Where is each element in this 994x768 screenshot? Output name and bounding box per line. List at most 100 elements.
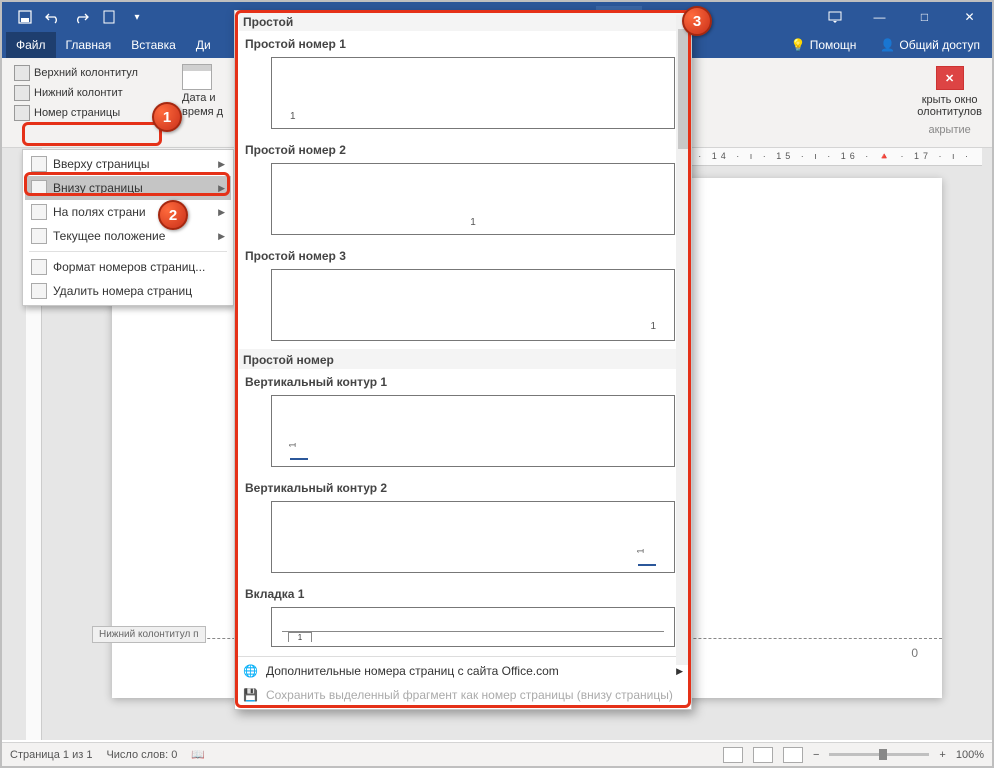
maximize-button[interactable]: □: [902, 2, 947, 32]
gallery-more-office[interactable]: 🌐Дополнительные номера страниц с сайта O…: [235, 659, 691, 683]
header-button[interactable]: Верхний колонтитул: [12, 64, 172, 82]
page-bottom-icon: [31, 180, 47, 196]
header-footer-group: Верхний колонтитул Нижний колонтит Номер…: [12, 64, 172, 122]
bulb-icon: 💡: [791, 38, 806, 52]
ruler-right-segment: 13 · ı · 14 · ı · 15 · ı · 16 · 🔺 · 17 ·…: [647, 151, 972, 162]
tab-design[interactable]: Ди: [186, 32, 221, 58]
annotation-badge-3: 3: [682, 6, 712, 36]
thumb-tabline: [282, 631, 664, 632]
close-button[interactable]: ✕: [947, 2, 992, 32]
submenu-top-of-page[interactable]: Вверху страницы ▶: [25, 152, 231, 176]
tab-file[interactable]: Файл: [6, 32, 56, 58]
person-icon: 👤: [880, 38, 895, 52]
submenu-top-label: Вверху страницы: [53, 157, 149, 171]
footer-label: Нижний колонтит: [34, 87, 123, 99]
undo-icon[interactable]: [44, 8, 62, 26]
footer-button[interactable]: Нижний колонтит: [12, 84, 172, 102]
ribbon-options-icon[interactable]: [812, 2, 857, 32]
tab-insert[interactable]: Вставка: [121, 32, 186, 58]
datetime-label2: время д: [182, 106, 223, 118]
header-icon: [14, 65, 30, 81]
page-number-button[interactable]: Номер страницы▾: [12, 104, 172, 122]
footer-section-tab: Нижний колонтитул п: [92, 626, 206, 643]
gallery-item-1[interactable]: 1: [271, 57, 675, 129]
close-hf-label2: олонтитулов: [917, 106, 982, 118]
thumb-number: 1: [290, 111, 296, 122]
save-selection-icon: 💾: [243, 688, 258, 702]
format-icon: [31, 259, 47, 275]
gallery-item-2[interactable]: 1: [271, 163, 675, 235]
tell-me[interactable]: 💡 Помощн: [779, 32, 869, 58]
office-icon: 🌐: [243, 664, 258, 678]
close-hf-group: ✕ крыть окно олонтитулов акрытие: [917, 66, 982, 136]
save-icon[interactable]: [16, 8, 34, 26]
thumb-number: 1: [650, 321, 656, 332]
submenu-format-numbers[interactable]: Формат номеров страниц...: [25, 255, 231, 279]
submenu-margins-label: На полях страни: [53, 205, 146, 219]
scrollbar-thumb[interactable]: [678, 29, 688, 149]
submenu-remove-numbers[interactable]: Удалить номера страниц: [25, 279, 231, 303]
chevron-right-icon: ▶: [218, 159, 225, 170]
zoom-value[interactable]: 100%: [956, 749, 984, 761]
page-margins-icon: [31, 204, 47, 220]
gallery-item-6-title: Вкладка 1: [241, 581, 685, 605]
gallery-item-3-title: Простой номер 3: [241, 243, 685, 267]
date-time-group: Дата и время д: [182, 64, 223, 118]
gallery-section-simple-number: Простой номер: [239, 349, 687, 369]
chevron-right-icon: ▶: [218, 183, 225, 194]
gallery-item-6[interactable]: 1: [271, 607, 675, 647]
submenu-page-margins[interactable]: На полях страни ▶: [25, 200, 231, 224]
gallery-item-5[interactable]: [271, 501, 675, 573]
tell-me-label: Помощн: [810, 38, 857, 52]
share-button[interactable]: 👤 Общий доступ: [868, 32, 992, 58]
thumb-vmark: [290, 448, 308, 460]
gallery-save-label: Сохранить выделенный фрагмент как номер …: [266, 688, 673, 702]
gallery-save-selection: 💾 Сохранить выделенный фрагмент как номер…: [235, 683, 691, 707]
remove-icon: [31, 283, 47, 299]
thumb-tabbox: 1: [288, 632, 312, 642]
submenu-bottom-of-page[interactable]: Внизу страницы▶: [25, 176, 231, 200]
view-web-layout[interactable]: [783, 747, 803, 763]
submenu-format-label: Формат номеров страниц...: [53, 260, 205, 274]
gallery-item-4-title: Вертикальный контур 1: [241, 369, 685, 393]
view-read-mode[interactable]: [723, 747, 743, 763]
footer-icon: [14, 85, 30, 101]
status-page[interactable]: Страница 1 из 1: [10, 749, 92, 761]
gallery-item-1-title: Простой номер 1: [241, 31, 685, 55]
close-hf-button[interactable]: ✕: [936, 66, 964, 90]
footer-page-number: 0: [911, 646, 918, 660]
tab-home[interactable]: Главная: [56, 32, 122, 58]
page-top-icon: [31, 156, 47, 172]
qat-customize-icon[interactable]: ▾: [128, 8, 146, 26]
calendar-icon[interactable]: [182, 64, 212, 90]
share-label: Общий доступ: [899, 38, 980, 52]
chevron-right-icon: ▶: [218, 207, 225, 218]
zoom-in-button[interactable]: +: [939, 749, 945, 761]
annotation-badge-2: 2: [158, 200, 188, 230]
gallery-scrollbar[interactable]: [676, 15, 690, 665]
minimize-button[interactable]: —: [857, 2, 902, 32]
page-number-gallery: Простой Простой номер 1 1 Простой номер …: [234, 10, 692, 710]
status-word-count[interactable]: Число слов: 0: [106, 749, 177, 761]
page-number-label: Номер страницы: [34, 107, 120, 119]
page-number-submenu: Вверху страницы ▶ Внизу страницы▶ На поля…: [22, 149, 234, 306]
menu-separator: [29, 251, 227, 252]
thumb-number: 1: [470, 217, 476, 228]
gallery-item-2-title: Простой номер 2: [241, 137, 685, 161]
redo-icon[interactable]: [72, 8, 90, 26]
status-language-icon[interactable]: 📖: [191, 748, 205, 761]
gallery-item-3[interactable]: 1: [271, 269, 675, 341]
view-print-layout[interactable]: [753, 747, 773, 763]
close-hf-label1: крыть окно: [917, 94, 982, 106]
gallery-item-4[interactable]: [271, 395, 675, 467]
current-pos-icon: [31, 228, 47, 244]
new-doc-icon[interactable]: [100, 8, 118, 26]
chevron-right-icon: ▶: [676, 666, 683, 677]
gallery-scroll[interactable]: Простой Простой номер 1 1 Простой номер …: [235, 11, 691, 656]
datetime-label1: Дата и: [182, 92, 223, 104]
zoom-slider[interactable]: [829, 753, 929, 756]
gallery-item-5-title: Вертикальный контур 2: [241, 475, 685, 499]
zoom-out-button[interactable]: −: [813, 749, 819, 761]
submenu-current-position[interactable]: Текущее положение▶: [25, 224, 231, 248]
submenu-current-label: Текущее положение: [53, 229, 165, 243]
